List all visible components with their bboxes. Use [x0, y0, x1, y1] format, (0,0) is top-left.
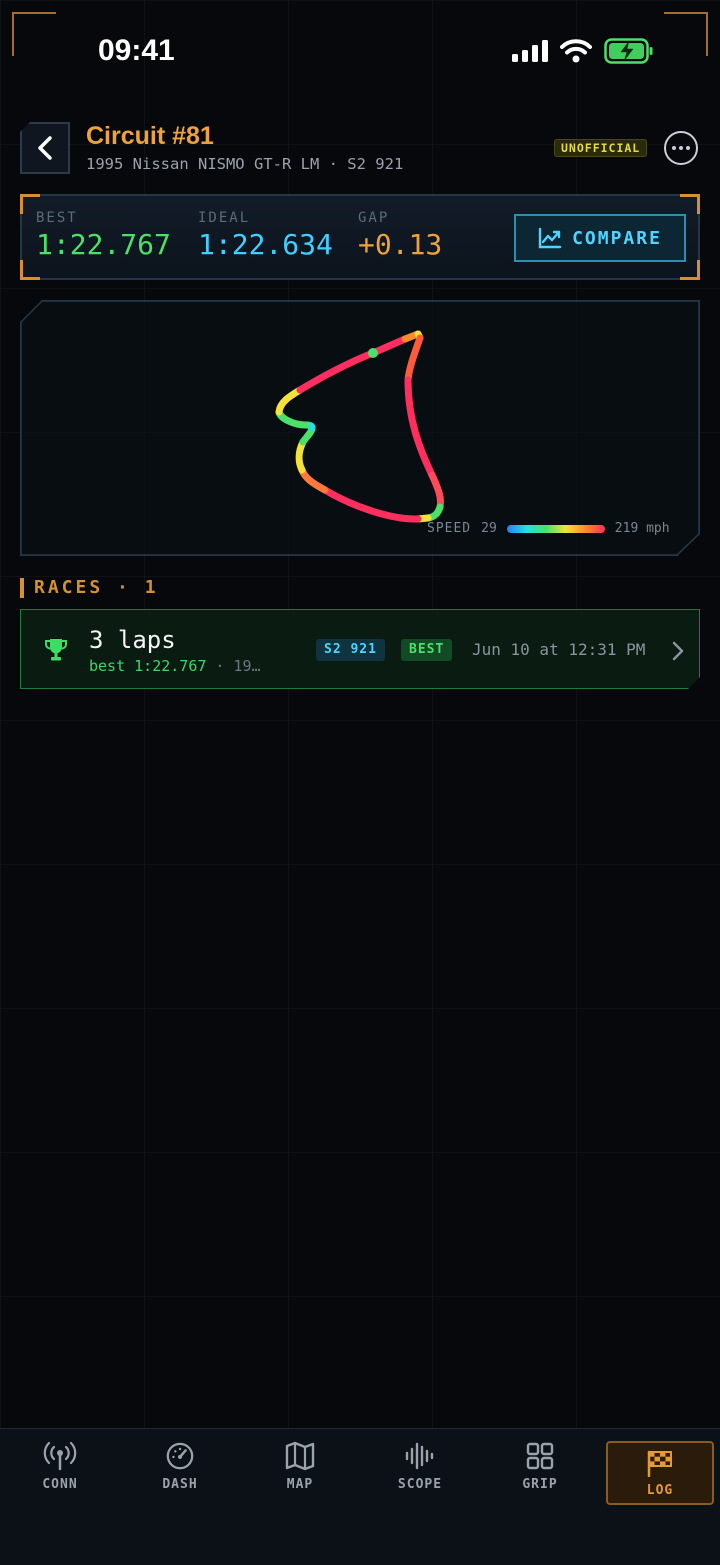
battery-charging-icon	[604, 38, 653, 64]
lap-stats-panel: BEST 1:22.767 IDEAL 1:22.634 GAP +0.13 C…	[20, 194, 700, 280]
tab-label: DASH	[162, 1477, 198, 1492]
antenna-icon	[43, 1441, 77, 1471]
map-icon	[285, 1441, 315, 1471]
race-date: Jun 10 at 12:31 PM	[472, 640, 646, 659]
speedometer-icon	[166, 1442, 194, 1470]
ideal-label: IDEAL	[198, 210, 251, 226]
gap-label: GAP	[358, 210, 390, 226]
compare-button[interactable]: COMPARE	[514, 214, 686, 262]
page-title: Circuit #81	[86, 122, 214, 150]
compare-label: COMPARE	[572, 227, 662, 249]
checkered-flag-icon	[647, 1450, 672, 1477]
races-heading-text: RACES · 1	[34, 577, 159, 598]
speed-legend: SPEED 29 219 mph	[427, 521, 670, 536]
best-tag: BEST	[401, 639, 452, 661]
more-options-button[interactable]	[664, 131, 698, 165]
unofficial-badge: UNOFFICIAL	[554, 139, 648, 157]
race-title: 3 laps	[89, 626, 176, 654]
class-tag: S2 921	[316, 639, 385, 661]
tab-label: MAP	[286, 1477, 314, 1492]
back-button[interactable]	[20, 122, 70, 174]
track-map	[275, 330, 444, 523]
gap-value: +0.13	[358, 228, 443, 261]
grid-icon	[526, 1442, 554, 1470]
track-path	[275, 330, 444, 523]
speed-min: 29	[481, 521, 497, 536]
best-value: 1:22.767	[36, 228, 171, 261]
chart-line-icon	[538, 227, 562, 249]
car-position-dot	[368, 348, 378, 358]
status-bar: 09:41	[0, 0, 720, 100]
tab-dash[interactable]: DASH	[120, 1441, 240, 1505]
tab-bar: CONN DASH MAP SCOPE GRIP LOG	[0, 1428, 720, 1565]
tab-label: CONN	[42, 1477, 78, 1492]
ideal-value: 1:22.634	[198, 228, 333, 261]
tab-scope[interactable]: SCOPE	[360, 1441, 480, 1505]
tab-label: GRIP	[522, 1477, 558, 1492]
tab-log[interactable]: LOG	[606, 1441, 714, 1505]
status-icons	[512, 38, 654, 64]
tab-map[interactable]: MAP	[240, 1441, 360, 1505]
tab-conn[interactable]: CONN	[0, 1441, 120, 1505]
tab-label: SCOPE	[397, 1477, 443, 1492]
chevron-right-icon	[671, 640, 685, 662]
best-stat: BEST 1:22.767	[36, 210, 171, 261]
race-list-item[interactable]: 3 laps best 1:22.767 · 19… S2 921 BEST J…	[20, 609, 700, 689]
waveform-icon	[405, 1442, 434, 1470]
chevron-left-icon	[38, 136, 52, 160]
tab-grip[interactable]: GRIP	[480, 1441, 600, 1505]
ellipsis-icon	[672, 146, 676, 150]
trophy-icon	[43, 637, 69, 663]
gap-stat: GAP +0.13	[358, 210, 442, 261]
car-subtitle: 1995 Nissan NISMO GT-R LM · S2 921	[86, 155, 404, 173]
wifi-icon	[560, 39, 592, 63]
races-heading: RACES · 1	[20, 577, 159, 598]
signal-icon	[512, 40, 548, 62]
tab-label: LOG	[646, 1483, 674, 1498]
race-best-time: best 1:22.767 · 19…	[89, 657, 261, 675]
speed-gradient-bar	[506, 524, 605, 533]
ideal-stat: IDEAL 1:22.634	[198, 210, 333, 261]
speed-legend-label: SPEED	[427, 521, 472, 536]
speed-max: 219 mph	[614, 521, 670, 536]
status-time: 09:41	[98, 34, 175, 67]
best-label: BEST	[36, 210, 78, 226]
